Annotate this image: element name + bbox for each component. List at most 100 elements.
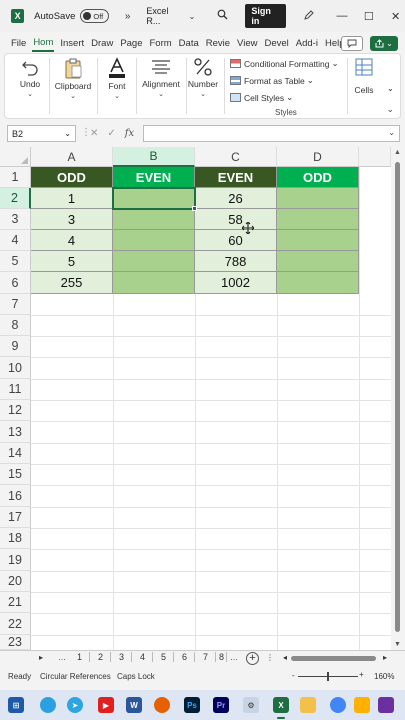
excel-logo-icon[interactable]: X: [11, 9, 25, 23]
insert-function-icon[interactable]: fx: [125, 128, 134, 139]
pen-icon[interactable]: [303, 9, 315, 24]
status-circular-references[interactable]: Circular References: [40, 672, 111, 681]
app-icon[interactable]: [354, 697, 370, 713]
comments-button[interactable]: [341, 36, 363, 51]
tab-formulas[interactable]: Form: [149, 36, 173, 51]
quick-access-overflow-icon[interactable]: »: [125, 11, 131, 22]
zoom-slider-thumb[interactable]: [327, 672, 329, 681]
close-icon[interactable]: ✕: [386, 10, 405, 23]
sheet-tab[interactable]: 1: [70, 652, 90, 662]
fill-handle[interactable]: [192, 206, 197, 211]
tab-developer[interactable]: Devel: [263, 36, 289, 51]
cell-a5[interactable]: 5: [31, 251, 113, 272]
row-header[interactable]: 16: [0, 485, 31, 507]
row-header[interactable]: 12: [0, 400, 31, 421]
vertical-scrollbar[interactable]: ▲ ▼: [391, 147, 405, 650]
cell-c1[interactable]: EVEN: [195, 167, 277, 188]
row-header[interactable]: 23: [0, 635, 31, 650]
name-box[interactable]: B2 ⌄: [7, 125, 76, 142]
cell-a1[interactable]: ODD: [31, 167, 113, 188]
expand-formula-bar-icon[interactable]: ⌄: [388, 128, 395, 137]
sheet-tab[interactable]: 5: [154, 652, 174, 662]
cell-c3[interactable]: 58: [195, 209, 277, 230]
scroll-down-icon[interactable]: ▼: [394, 641, 401, 648]
alignment-group[interactable]: Alignment ⌄: [139, 57, 183, 98]
file-explorer-icon[interactable]: [300, 697, 316, 713]
tab-home[interactable]: Hom: [32, 35, 55, 52]
sheet-tab[interactable]: 8: [217, 652, 227, 662]
cell-d6[interactable]: [277, 272, 359, 294]
clipboard-group[interactable]: Clipboard ⌄: [52, 57, 94, 100]
undo-group[interactable]: Undo ⌄: [13, 57, 47, 98]
next-sheet-icon[interactable]: ▸: [39, 653, 43, 662]
cell-b3[interactable]: [113, 209, 195, 230]
zoom-out-button[interactable]: -: [292, 671, 295, 680]
scroll-thumb[interactable]: [395, 162, 400, 632]
app-icon[interactable]: [378, 697, 394, 713]
format-as-table-button[interactable]: Format as Table ⌄: [230, 75, 314, 86]
cell-c2[interactable]: 26: [195, 188, 277, 209]
cell-c5[interactable]: 788: [195, 251, 277, 272]
tab-page-layout[interactable]: Page: [119, 36, 143, 51]
row-header[interactable]: 20: [0, 571, 31, 592]
row-header[interactable]: 6: [0, 272, 31, 294]
tab-view[interactable]: View: [236, 36, 258, 51]
cell-b6[interactable]: [113, 272, 195, 294]
tab-review[interactable]: Revie: [205, 36, 231, 51]
cell-a2[interactable]: 1: [31, 188, 113, 209]
row-header[interactable]: 10: [0, 357, 31, 379]
formula-input[interactable]: ⌄: [143, 125, 400, 142]
share-button[interactable]: ⌄: [370, 36, 398, 51]
firefox-icon[interactable]: [154, 697, 170, 713]
column-header-e[interactable]: [359, 147, 391, 167]
column-header-a[interactable]: A: [31, 147, 113, 167]
cell-b5[interactable]: [113, 251, 195, 272]
column-header-c[interactable]: C: [195, 147, 277, 167]
sheet-tab[interactable]: 4: [133, 652, 153, 662]
row-header[interactable]: 15: [0, 464, 31, 485]
add-sheet-button[interactable]: +: [246, 652, 259, 665]
sheet-tab[interactable]: 3: [112, 652, 132, 662]
autosave-toggle[interactable]: Off: [80, 9, 109, 23]
tab-draw[interactable]: Draw: [90, 36, 114, 51]
row-header[interactable]: 21: [0, 592, 31, 613]
cell-d1[interactable]: ODD: [277, 167, 359, 188]
row-header[interactable]: 9: [0, 336, 31, 357]
row-header[interactable]: 1: [0, 167, 31, 188]
scroll-left-icon[interactable]: ◂: [283, 653, 287, 662]
more-sheets-icon[interactable]: …: [230, 653, 238, 662]
row-header[interactable]: 4: [0, 230, 31, 251]
cell-b1[interactable]: EVEN: [113, 167, 195, 188]
sheet-tab[interactable]: 2: [91, 652, 111, 662]
row-header[interactable]: 19: [0, 549, 31, 571]
scroll-right-icon[interactable]: ▸: [383, 653, 387, 662]
enter-icon[interactable]: ✓: [107, 128, 115, 139]
column-header-b[interactable]: B: [113, 147, 195, 167]
spreadsheet-grid[interactable]: A B C D 1 2 3 4 5 6 7 8 9 10 11 12 13 14…: [0, 147, 405, 650]
premiere-icon[interactable]: Pr: [213, 697, 229, 713]
more-sheets-icon[interactable]: …: [58, 653, 66, 662]
cell-styles-button[interactable]: Cell Styles ⌄: [230, 92, 293, 103]
chevron-down-icon[interactable]: ⌄: [387, 84, 394, 93]
number-group[interactable]: Number ⌄: [187, 57, 219, 98]
row-header[interactable]: 3: [0, 209, 31, 230]
collapse-ribbon-icon[interactable]: ⌄: [386, 104, 394, 115]
sign-in-button[interactable]: Sign in: [245, 4, 286, 28]
row-header[interactable]: 5: [0, 251, 31, 272]
cells-group[interactable]: Cells: [350, 57, 378, 95]
cell-c6[interactable]: 1002: [195, 272, 277, 294]
settings-icon[interactable]: ⚙: [243, 697, 259, 713]
word-icon[interactable]: W: [126, 697, 142, 713]
sheet-tab[interactable]: 6: [175, 652, 195, 662]
row-header[interactable]: 13: [0, 421, 31, 443]
tab-add-ins[interactable]: Add-i: [295, 36, 319, 51]
document-title[interactable]: Excel R...: [146, 6, 182, 26]
tab-data[interactable]: Data: [178, 36, 200, 51]
row-header[interactable]: 2: [0, 188, 31, 209]
start-icon[interactable]: ⊞: [8, 697, 24, 713]
row-header[interactable]: 8: [0, 315, 31, 336]
horizontal-scrollbar[interactable]: [291, 656, 376, 661]
row-header[interactable]: 11: [0, 379, 31, 400]
row-header[interactable]: 18: [0, 528, 31, 549]
tab-split-icon[interactable]: ⋮: [266, 653, 274, 662]
